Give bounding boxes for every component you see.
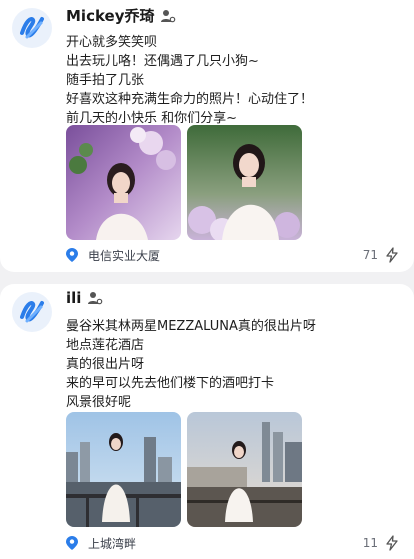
- avatar[interactable]: [12, 292, 52, 332]
- post-card[interactable]: Mickey乔琦 开心就多笑笑呗 出去玩儿咯！还偶遇了几只小狗~ 随手拍了几张 …: [0, 0, 414, 272]
- user-badge-icon: [161, 9, 176, 22]
- post-line: 地点莲花酒店: [66, 338, 145, 353]
- post-line: 真的很出片呀: [66, 357, 145, 372]
- share-count: 71: [362, 248, 378, 262]
- location-pin-icon: [66, 536, 78, 550]
- photo-grid: [66, 125, 302, 240]
- user-badge-icon: [88, 292, 103, 305]
- username-row[interactable]: Mickey乔琦: [66, 5, 176, 26]
- feed: Mickey乔琦 开心就多笑笑呗 出去玩儿咯！还偶遇了几只小狗~ 随手拍了几张 …: [0, 0, 414, 559]
- location-pin-icon: [66, 248, 78, 262]
- photo-thumbnail[interactable]: [187, 125, 302, 240]
- post-card[interactable]: ili 曼谷米其林两星MEZZALUNA真的很出片呀 地点莲花酒店 真的很出片呀…: [0, 284, 414, 559]
- post-line: 来的早可以先去他们楼下的酒吧打卡: [66, 376, 275, 391]
- post-footer: 上城湾畔 11: [66, 534, 400, 552]
- scribble-logo-icon: [20, 301, 44, 323]
- share-count: 11: [362, 536, 378, 550]
- username-row[interactable]: ili: [66, 289, 103, 307]
- lightning-share-icon[interactable]: [384, 247, 400, 263]
- post-line: 开心就多笑笑呗: [66, 35, 158, 50]
- location-label[interactable]: 上城湾畔: [88, 535, 136, 552]
- avatar[interactable]: [12, 8, 52, 48]
- post-line: 风景很好呢: [66, 395, 132, 410]
- scribble-logo-icon: [20, 17, 44, 39]
- post-text: 开心就多笑笑呗 出去玩儿咯！还偶遇了几只小狗~ 随手拍了几张 好喜欢这种充满生命…: [66, 33, 313, 128]
- photo-thumbnail[interactable]: [66, 412, 181, 527]
- post-text: 曼谷米其林两星MEZZALUNA真的很出片呀 地点莲花酒店 真的很出片呀 来的早…: [66, 317, 316, 412]
- post-line: 好喜欢这种充满生命力的照片！心动住了！: [66, 92, 314, 107]
- lightning-share-icon[interactable]: [384, 535, 400, 551]
- photo-grid: [66, 412, 302, 527]
- post-line: 出去玩儿咯！还偶遇了几只小狗~: [66, 54, 259, 69]
- photo-thumbnail[interactable]: [187, 412, 302, 527]
- username[interactable]: Mickey乔琦: [66, 5, 154, 26]
- username[interactable]: ili: [66, 289, 81, 307]
- post-line: 随手拍了几张: [66, 73, 145, 88]
- location-label[interactable]: 电信实业大厦: [88, 247, 160, 264]
- photo-thumbnail[interactable]: [66, 125, 181, 240]
- post-line: 曼谷米其林两星MEZZALUNA真的很出片呀: [66, 319, 316, 334]
- post-footer: 电信实业大厦 71: [66, 246, 400, 264]
